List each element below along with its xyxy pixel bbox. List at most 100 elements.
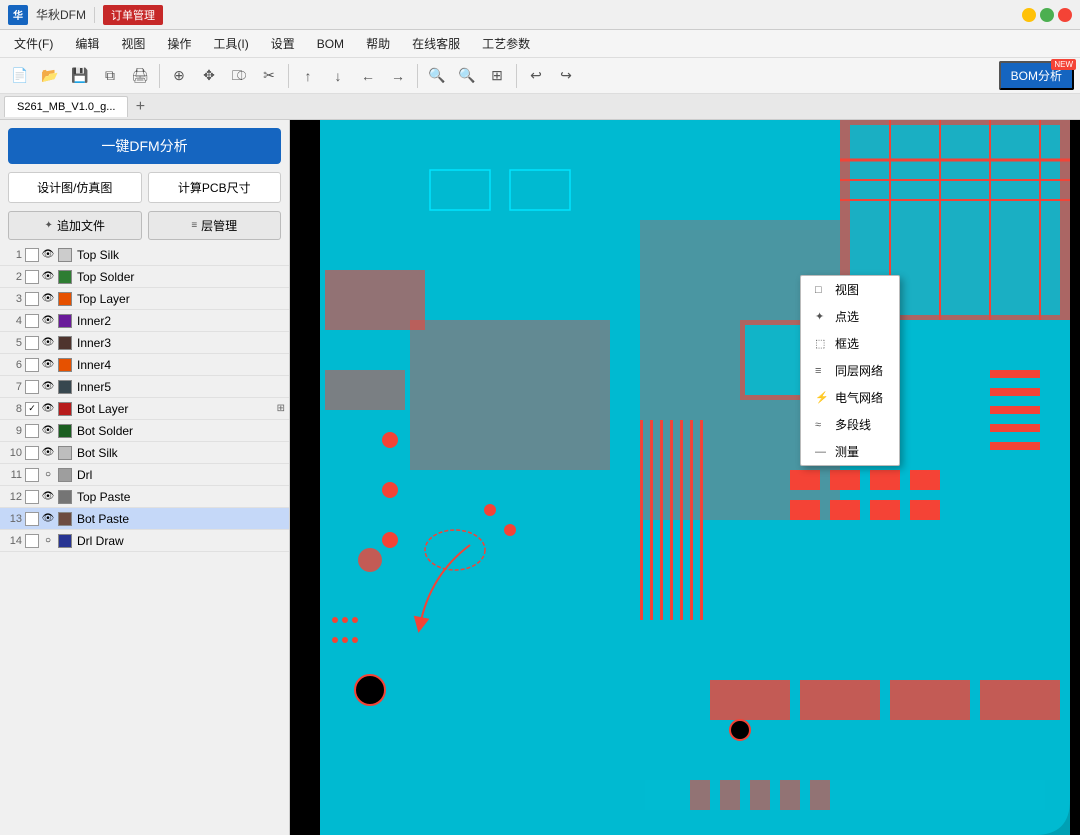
layer-color-swatch bbox=[58, 534, 72, 548]
layer-visibility-toggle[interactable]: ○ bbox=[41, 468, 55, 482]
menu-view[interactable]: 视图 bbox=[111, 31, 155, 56]
menu-bom[interactable]: BOM bbox=[307, 33, 354, 55]
print-btn[interactable]: 🖨 bbox=[126, 62, 154, 90]
layer-checkbox[interactable] bbox=[25, 358, 39, 372]
layer-visibility-toggle[interactable]: 👁 bbox=[41, 314, 55, 328]
menu-help[interactable]: 帮助 bbox=[356, 31, 400, 56]
pcb-size-btn[interactable]: 计算PCB尺寸 bbox=[148, 172, 282, 203]
layer-visibility-toggle[interactable]: 👁 bbox=[41, 380, 55, 394]
maximize-button[interactable] bbox=[1040, 8, 1054, 22]
layer-row[interactable]: 12👁Top Paste bbox=[0, 486, 289, 508]
move-btn[interactable]: ✥ bbox=[195, 62, 223, 90]
layer-visibility-toggle[interactable]: 👁 bbox=[41, 336, 55, 350]
layer-row[interactable]: 4👁Inner2 bbox=[0, 310, 289, 332]
add-tab-btn[interactable]: + bbox=[130, 97, 150, 117]
layer-visibility-toggle[interactable]: 👁 bbox=[41, 270, 55, 284]
context-menu-item[interactable]: ≈多段线 bbox=[801, 411, 899, 438]
tab-pcb-file[interactable]: S261_MB_V1.0_g... bbox=[4, 96, 128, 117]
close-button[interactable] bbox=[1058, 8, 1072, 22]
layer-checkbox[interactable] bbox=[25, 292, 39, 306]
layer-visibility-toggle[interactable]: 👁 bbox=[41, 424, 55, 438]
dfm-analysis-btn[interactable]: 一键DFM分析 bbox=[8, 128, 281, 164]
cursor-btn[interactable]: ⊕ bbox=[165, 62, 193, 90]
layer-row[interactable]: 10👁Bot Silk bbox=[0, 442, 289, 464]
sep4 bbox=[516, 64, 517, 88]
layer-row[interactable]: 7👁Inner5 bbox=[0, 376, 289, 398]
bom-analysis-btn[interactable]: BOM分析 NEW bbox=[999, 61, 1074, 90]
layer-row[interactable]: 13👁Bot Paste bbox=[0, 508, 289, 530]
design-view-btn[interactable]: 设计图/仿真图 bbox=[8, 172, 142, 203]
layer-row[interactable]: 14○Drl Draw bbox=[0, 530, 289, 552]
layer-visibility-toggle[interactable]: 👁 bbox=[41, 512, 55, 526]
layer-checkbox[interactable] bbox=[25, 512, 39, 526]
context-menu-item[interactable]: ⚡电气网络 bbox=[801, 384, 899, 411]
minimize-button[interactable] bbox=[1022, 8, 1036, 22]
menu-edit[interactable]: 编辑 bbox=[65, 31, 109, 56]
right-btn[interactable]: → bbox=[384, 62, 412, 90]
context-menu-item[interactable]: □视图 bbox=[801, 276, 899, 303]
menu-file[interactable]: 文件(F) bbox=[4, 31, 63, 56]
zoom-in-btn[interactable]: 🔍 bbox=[423, 62, 451, 90]
layer-number: 7 bbox=[4, 381, 22, 393]
menu-online-service[interactable]: 在线客服 bbox=[402, 31, 470, 56]
add-file-btn[interactable]: ✦ 追加文件 bbox=[8, 211, 142, 240]
delete-btn[interactable]: ✂ bbox=[255, 62, 283, 90]
layer-row[interactable]: 3👁Top Layer bbox=[0, 288, 289, 310]
layer-checkbox[interactable] bbox=[25, 336, 39, 350]
layer-mgmt-btn[interactable]: ≡ 层管理 bbox=[148, 211, 282, 240]
layer-checkbox[interactable] bbox=[25, 314, 39, 328]
down-btn[interactable]: ↓ bbox=[324, 62, 352, 90]
menu-process-params[interactable]: 工艺参数 bbox=[472, 31, 540, 56]
title-divider bbox=[94, 7, 95, 23]
layer-row[interactable]: 11○Drl bbox=[0, 464, 289, 486]
undo-btn[interactable]: ↩ bbox=[522, 62, 550, 90]
layer-visibility-toggle[interactable]: 👁 bbox=[41, 446, 55, 460]
zoom-out-btn[interactable]: 🔍 bbox=[453, 62, 481, 90]
layer-visibility-toggle[interactable]: 👁 bbox=[41, 358, 55, 372]
layer-expand-icon[interactable]: ⊞ bbox=[277, 403, 285, 414]
menu-tools[interactable]: 工具(I) bbox=[203, 31, 258, 56]
fit-btn[interactable]: ⊞ bbox=[483, 62, 511, 90]
layer-row[interactable]: 9👁Bot Solder bbox=[0, 420, 289, 442]
left-btn[interactable]: ← bbox=[354, 62, 382, 90]
layer-visibility-toggle[interactable]: 👁 bbox=[41, 248, 55, 262]
add-icon: ✦ bbox=[45, 220, 53, 231]
redo-btn[interactable]: ↪ bbox=[552, 62, 580, 90]
layer-checkbox[interactable] bbox=[25, 380, 39, 394]
layer-checkbox[interactable] bbox=[25, 446, 39, 460]
save-btn[interactable]: 💾 bbox=[66, 62, 94, 90]
open-btn[interactable]: 📂 bbox=[36, 62, 64, 90]
menu-settings[interactable]: 设置 bbox=[261, 31, 305, 56]
layer-visibility-toggle[interactable]: 👁 bbox=[41, 402, 55, 416]
context-menu-item[interactable]: —测量 bbox=[801, 438, 899, 465]
layer-checkbox[interactable]: ✓ bbox=[25, 402, 39, 416]
layer-row[interactable]: 8✓👁Bot Layer⊞ bbox=[0, 398, 289, 420]
layer-checkbox[interactable] bbox=[25, 534, 39, 548]
context-menu-item[interactable]: ≡同层网络 bbox=[801, 357, 899, 384]
up-btn[interactable]: ↑ bbox=[294, 62, 322, 90]
layer-row[interactable]: 2👁Top Solder bbox=[0, 266, 289, 288]
new-file-btn[interactable]: 📄 bbox=[6, 62, 34, 90]
layer-visibility-toggle[interactable]: ○ bbox=[41, 534, 55, 548]
layer-row[interactable]: 5👁Inner3 bbox=[0, 332, 289, 354]
layer-checkbox[interactable] bbox=[25, 490, 39, 504]
layer-checkbox[interactable] bbox=[25, 468, 39, 482]
layer-checkbox[interactable] bbox=[25, 248, 39, 262]
pcb-canvas[interactable]: □视图✦点选⬚框选≡同层网络⚡电气网络≈多段线—测量 bbox=[290, 120, 1080, 835]
layer-row[interactable]: 6👁Inner4 bbox=[0, 354, 289, 376]
app-name2[interactable]: 订单管理 bbox=[103, 5, 163, 25]
layer-checkbox[interactable] bbox=[25, 270, 39, 284]
route-btn[interactable]: ⎄ bbox=[225, 62, 253, 90]
copy-btn[interactable]: ⧉ bbox=[96, 62, 124, 90]
title-bar: 华 华秋DFM 订单管理 bbox=[0, 0, 1080, 30]
menu-operate[interactable]: 操作 bbox=[157, 31, 201, 56]
layer-row[interactable]: 1👁Top Silk bbox=[0, 244, 289, 266]
layer-color-swatch bbox=[58, 358, 72, 372]
layer-visibility-toggle[interactable]: 👁 bbox=[41, 292, 55, 306]
layer-checkbox[interactable] bbox=[25, 424, 39, 438]
layer-color-swatch bbox=[58, 402, 72, 416]
context-menu-item[interactable]: ✦点选 bbox=[801, 303, 899, 330]
context-menu-item[interactable]: ⬚框选 bbox=[801, 330, 899, 357]
layer-number: 2 bbox=[4, 271, 22, 283]
layer-visibility-toggle[interactable]: 👁 bbox=[41, 490, 55, 504]
